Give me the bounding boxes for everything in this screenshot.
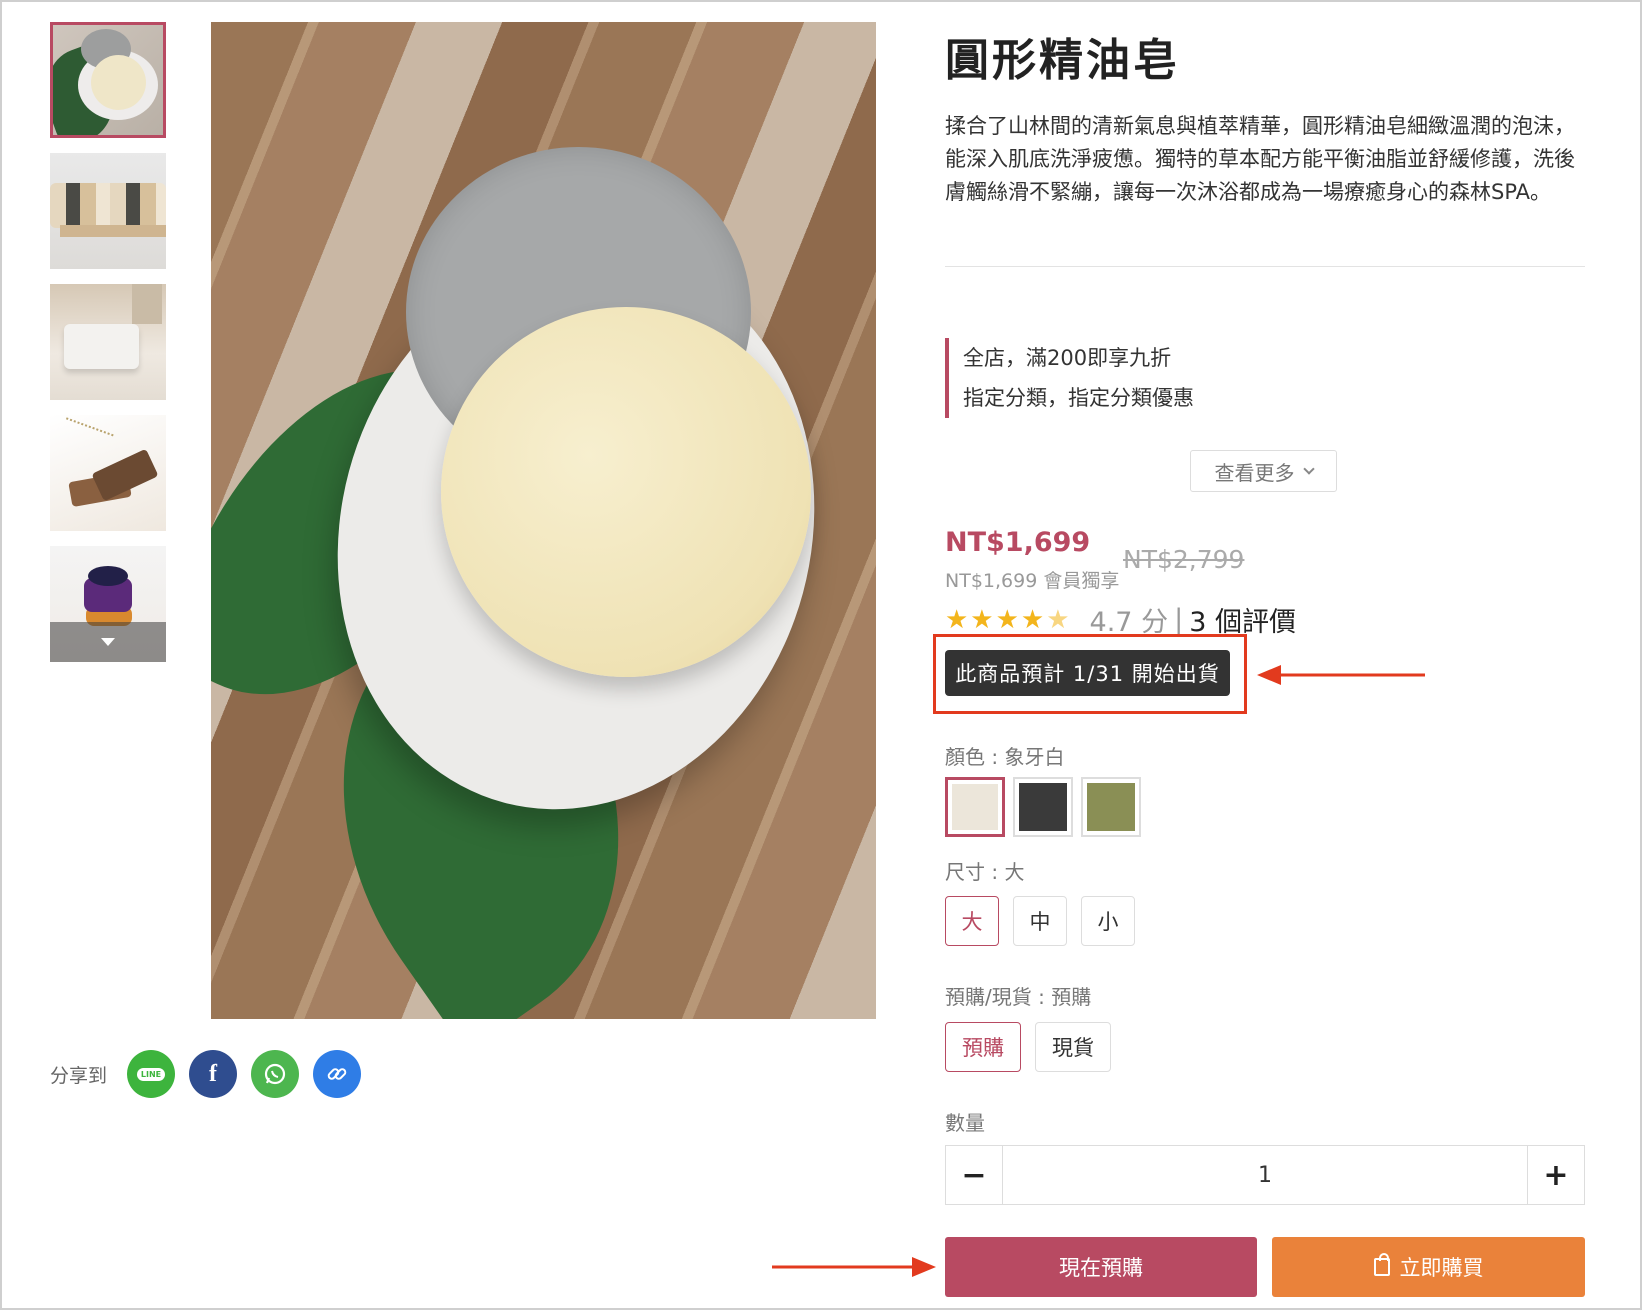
divider (945, 266, 1585, 267)
shopping-bag-icon (1373, 1253, 1390, 1276)
facebook-icon: f (209, 1060, 218, 1087)
rating-separator: | (1174, 604, 1184, 635)
promotion-item: 全店，滿200即享九折 (963, 346, 1172, 370)
line-icon: LINE (136, 1067, 166, 1081)
quantity-decrease-button[interactable]: − (946, 1146, 1003, 1204)
stock-option-label: 預購/現貨 : 預購 (945, 985, 1092, 1009)
thumbnail-3[interactable] (50, 284, 166, 400)
color-swatches (945, 777, 1149, 837)
thumbnail-4[interactable] (50, 415, 166, 531)
share-bar: 分享到 LINE f (50, 1050, 375, 1098)
annotation-arrow-left (1257, 665, 1425, 685)
preorder-now-label: 現在預購 (1059, 1256, 1143, 1280)
quantity-input[interactable] (1003, 1146, 1527, 1204)
share-line-button[interactable]: LINE (127, 1050, 176, 1098)
promotion-item: 指定分類，指定分類優惠 (963, 386, 1194, 410)
size-options: 大 中 小 (945, 896, 1149, 946)
buy-now-label: 立即購買 (1399, 1256, 1484, 1280)
thumbnail-list (50, 22, 168, 677)
color-swatch-ivory[interactable] (945, 777, 1005, 837)
thumbnail-2[interactable] (50, 153, 166, 269)
size-large-button[interactable]: 大 (945, 896, 999, 946)
see-more-button[interactable]: 查看更多 (1190, 450, 1337, 492)
stock-options: 預購 現貨 (945, 1022, 1125, 1072)
chevron-down-icon (1302, 462, 1315, 475)
preorder-option-button[interactable]: 預購 (945, 1022, 1021, 1072)
caret-down-icon (101, 638, 115, 646)
color-option-label: 顏色 : 象牙白 (945, 745, 1065, 769)
color-swatch-olive[interactable] (1081, 777, 1141, 837)
see-more-label: 查看更多 (1214, 460, 1295, 485)
whatsapp-icon (264, 1063, 286, 1085)
buy-now-button[interactable]: 立即購買 (1272, 1237, 1585, 1297)
star-rating-icon: ★★★★★ (945, 604, 1072, 635)
product-description: 揉合了山林間的清新氣息與植萃精華，圓形精油皂細緻溫潤的泡沫，能深入肌底洗淨疲憊。… (945, 114, 1575, 204)
product-title: 圓形精油皂 (945, 35, 1180, 86)
color-swatch-black[interactable] (1013, 777, 1073, 837)
thumbnail-1[interactable] (50, 22, 166, 138)
promotions-list: 全店，滿200即享九折 指定分類，指定分類優惠 (945, 338, 1194, 418)
thumbnail-5[interactable] (50, 546, 166, 662)
quantity-stepper: − + (945, 1145, 1585, 1205)
in-stock-option-button[interactable]: 現貨 (1035, 1022, 1111, 1072)
copy-link-button[interactable] (313, 1050, 362, 1098)
sale-price: NT$1,699 (945, 527, 1091, 558)
size-medium-button[interactable]: 中 (1013, 896, 1067, 946)
share-facebook-button[interactable]: f (189, 1050, 238, 1098)
main-product-image[interactable] (211, 22, 876, 1019)
share-whatsapp-button[interactable] (251, 1050, 300, 1098)
share-label: 分享到 (50, 1064, 108, 1087)
link-icon (327, 1068, 347, 1080)
shipping-notice-badge: 此商品預計 1/31 開始出貨 (945, 650, 1230, 696)
member-price: NT$1,699 會員獨享 (945, 570, 1120, 592)
annotation-arrow-right (772, 1257, 936, 1277)
size-option-label: 尺寸 : 大 (945, 860, 1025, 884)
quantity-label: 數量 (945, 1111, 985, 1135)
quantity-increase-button[interactable]: + (1527, 1146, 1584, 1204)
thumbnail-scroll-down-button[interactable] (50, 622, 166, 662)
preorder-now-button[interactable]: 現在預購 (945, 1237, 1257, 1297)
size-small-button[interactable]: 小 (1081, 896, 1135, 946)
original-price: NT$2,799 (1123, 545, 1245, 574)
